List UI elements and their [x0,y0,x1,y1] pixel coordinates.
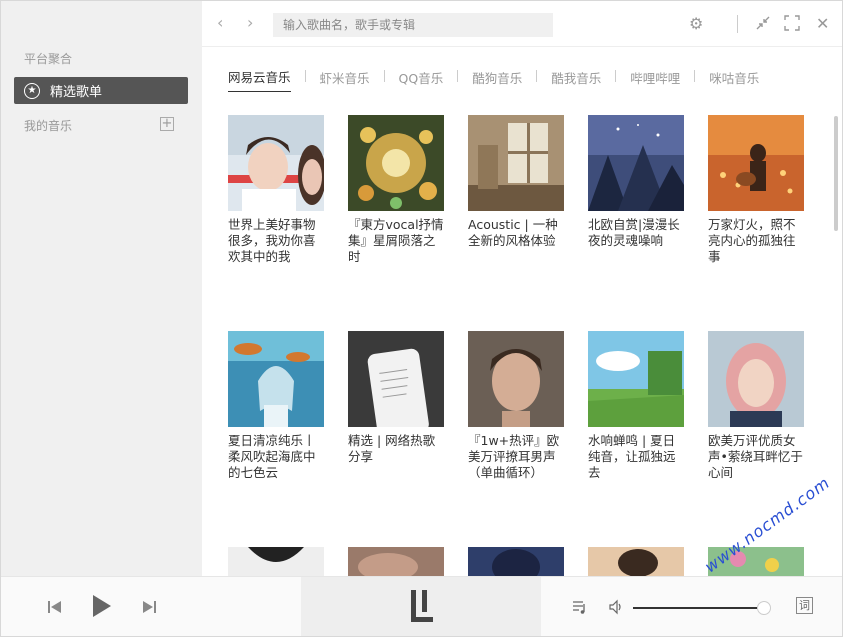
volume-knob[interactable] [757,601,771,615]
back-arrow-icon[interactable]: ‹ [217,14,223,32]
playlist-title[interactable]: Acoustic | 一种全新的风格体验 [468,217,564,249]
my-music-heading: 我的音乐 [24,119,73,133]
playlist-queue-icon[interactable] [572,599,588,619]
playlist-title[interactable]: 万家灯火，照不亮内心的孤独往事 [708,217,804,265]
playlist-cover[interactable] [588,547,684,576]
playlist-card[interactable]: 精选 | 网络热歌分享 [348,331,444,465]
playlist-cover[interactable] [588,115,684,211]
playlist-cover[interactable] [348,547,444,576]
search-input[interactable] [273,13,553,37]
playlist-card[interactable] [348,547,444,576]
tab-divider [383,70,385,82]
sidebar-item-label: 精选歌单 [50,85,103,100]
sidebar-item-featured-playlists[interactable]: ★ 精选歌单 [14,77,188,104]
playlist-title[interactable]: 水响蝉鸣 | 夏日纯音，让孤独远去 [588,433,684,481]
app-logo-icon [411,590,433,622]
playlist-title[interactable]: 北欧自赏|漫漫长夜的灵魂噪响 [588,217,684,249]
player-bar: 词 [1,576,842,636]
tab-platform[interactable]: 酷我音乐 [551,68,601,92]
volume-icon[interactable] [608,599,624,619]
playlist-cover[interactable] [348,115,444,211]
playlist-title[interactable]: 欧美万评优质女声•萦绕耳畔忆于心间 [708,433,804,481]
playlist-title[interactable]: 『1w+热评』欧美万评撩耳男声（单曲循环） [468,433,564,481]
volume-slider[interactable] [633,607,765,609]
tab-platform[interactable]: 酷狗音乐 [472,68,522,92]
previous-icon[interactable] [47,599,63,619]
volume-fill [633,607,758,609]
tab-platform[interactable]: QQ音乐 [399,68,444,92]
next-icon[interactable] [141,599,157,619]
playlist-card[interactable]: 欧美万评优质女声•萦绕耳畔忆于心间 [708,331,804,481]
tab-divider [536,70,538,82]
playlist-cover[interactable] [468,547,564,576]
add-playlist-button[interactable]: + [160,117,174,131]
playlist-cover[interactable] [708,331,804,427]
playlist-cover[interactable] [348,331,444,427]
playlist-cover[interactable] [228,547,324,576]
playlist-card[interactable]: 『東方vocal抒情集』星屑陨落之时 [348,115,444,265]
forward-arrow-icon[interactable]: › [247,14,253,32]
tab-platform[interactable]: 咪咕音乐 [709,68,759,92]
tab-divider [457,70,459,82]
playlist-title[interactable]: 『東方vocal抒情集』星屑陨落之时 [348,217,444,265]
playlist-card[interactable]: 世界上美好事物很多，我劝你喜欢其中的我 [228,115,324,265]
top-bar: ‹ › ⚙ ✕ [202,1,842,47]
close-icon[interactable]: ✕ [816,15,829,33]
playlist-card[interactable]: 水响蝉鸣 | 夏日纯音，让孤独远去 [588,331,684,481]
playlist-card[interactable]: 『1w+热评』欧美万评撩耳男声（单曲循环） [468,331,564,481]
playlist-cover[interactable] [228,331,324,427]
tab-platform[interactable]: 虾米音乐 [320,68,370,92]
platform-tabs: 网易云音乐 虾米音乐 QQ音乐 酷狗音乐 酷我音乐 哔哩哔哩 咪咕音乐 [228,67,759,92]
playlist-card[interactable] [588,547,684,576]
playlist-cover[interactable] [468,331,564,427]
playlist-card[interactable]: 夏日清凉纯乐丨柔风吹起海底中的七色云 [228,331,324,481]
app-window: 平台聚合 ★ 精选歌单 我的音乐 + ‹ › ⚙ ✕ 网易云音乐 虾米音乐 QQ音乐… [0,0,843,637]
playlist-grid: 世界上美好事物很多，我劝你喜欢其中的我 『東方vocal抒情集』星屑陨落之时 Aco… [228,115,828,576]
playlist-cover[interactable] [708,115,804,211]
playlist-cover[interactable] [588,331,684,427]
lyrics-button[interactable]: 词 [796,597,813,614]
sidebar: 平台聚合 ★ 精选歌单 我的音乐 + [1,1,202,576]
playlist-card[interactable]: 万家灯火，照不亮内心的孤独往事 [708,115,804,265]
playlist-title[interactable]: 精选 | 网络热歌分享 [348,433,444,465]
playlist-card[interactable] [228,547,324,576]
play-icon[interactable] [91,593,113,625]
playlist-card[interactable]: 北欧自赏|漫漫长夜的灵魂噪响 [588,115,684,249]
playlist-title[interactable]: 夏日清凉纯乐丨柔风吹起海底中的七色云 [228,433,324,481]
playlist-card[interactable]: Acoustic | 一种全新的风格体验 [468,115,564,249]
tab-divider [304,70,306,82]
tab-platform[interactable]: 哔哩哔哩 [630,68,680,92]
scrollbar[interactable] [834,116,838,231]
playlist-card[interactable] [468,547,564,576]
tab-divider [694,70,696,82]
tab-platform[interactable]: 网易云音乐 [228,67,291,92]
minimize-icon[interactable] [755,15,771,35]
gear-icon[interactable]: ⚙ [689,15,703,33]
playlist-cover[interactable] [228,115,324,211]
tab-divider [615,70,617,82]
divider [737,15,738,33]
platform-heading: 平台聚合 [24,52,73,66]
fullscreen-icon[interactable] [784,15,800,35]
playlist-cover[interactable] [468,115,564,211]
playlist-title[interactable]: 世界上美好事物很多，我劝你喜欢其中的我 [228,217,324,265]
star-icon: ★ [24,82,40,99]
